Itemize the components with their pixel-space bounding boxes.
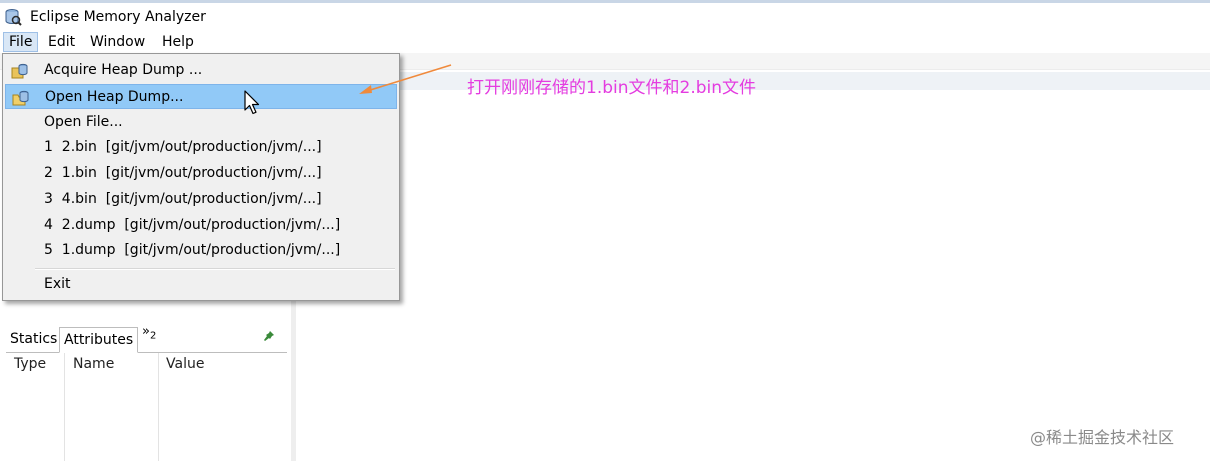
- recent-file-item[interactable]: 3 4.bin [git/jvm/out/production/jvm/...]: [5, 187, 397, 212]
- menu-item-label: Open Heap Dump...: [45, 89, 184, 105]
- file-menu-dropdown: Acquire Heap Dump ... Open Heap Dump... …: [2, 53, 400, 301]
- watermark: @稀土掘金技术社区: [1030, 428, 1175, 447]
- menu-separator: [35, 268, 395, 270]
- annotation-text: 打开刚刚存储的1.bin文件和2.bin文件: [467, 78, 757, 98]
- column-separator[interactable]: [64, 353, 65, 461]
- menu-item-open-file[interactable]: Open File...: [5, 110, 397, 135]
- column-value[interactable]: Value: [166, 356, 204, 372]
- title-bar: Eclipse Memory Analyzer: [0, 3, 1210, 31]
- menu-item-acquire-heap-dump[interactable]: Acquire Heap Dump ...: [5, 58, 397, 83]
- attributes-table-header: Type Name Value: [6, 353, 287, 461]
- editor-area: [296, 70, 1210, 461]
- window-title: Eclipse Memory Analyzer: [30, 9, 206, 25]
- menu-item-label: Acquire Heap Dump ...: [44, 62, 203, 78]
- menu-item-label: 1 2.bin [git/jvm/out/production/jvm/...]: [44, 139, 322, 155]
- menu-item-open-heap-dump[interactable]: Open Heap Dump...: [5, 84, 397, 109]
- menu-item-label: 3 4.bin [git/jvm/out/production/jvm/...]: [44, 191, 322, 207]
- recent-file-item[interactable]: 5 1.dump [git/jvm/out/production/jvm/...…: [5, 238, 397, 263]
- column-name[interactable]: Name: [73, 356, 114, 372]
- memory-analyzer-app-icon: [5, 9, 22, 26]
- menu-item-label: Exit: [44, 276, 71, 292]
- open-heap-dump-icon: [12, 90, 29, 106]
- menu-bar: File Edit Window Help: [0, 31, 1210, 53]
- menu-file[interactable]: File: [3, 32, 39, 52]
- acquire-heap-dump-icon: [11, 63, 28, 79]
- tab-attributes[interactable]: Attributes: [59, 327, 139, 353]
- menu-help[interactable]: Help: [157, 32, 199, 52]
- more-tabs-button[interactable]: »2: [142, 324, 156, 342]
- column-separator[interactable]: [158, 353, 159, 461]
- recent-file-item[interactable]: 4 2.dump [git/jvm/out/production/jvm/...…: [5, 213, 397, 238]
- recent-file-item[interactable]: 1 2.bin [git/jvm/out/production/jvm/...]: [5, 135, 397, 160]
- menu-item-label: 4 2.dump [git/jvm/out/production/jvm/...…: [44, 217, 341, 233]
- annotation-arrow-icon: [359, 64, 452, 94]
- menu-window[interactable]: Window: [85, 32, 150, 52]
- tab-statics[interactable]: Statics: [6, 327, 61, 351]
- more-tabs-count: 2: [149, 330, 157, 342]
- menu-item-label: Open File...: [44, 114, 123, 130]
- menu-item-exit[interactable]: Exit: [5, 272, 397, 297]
- menu-item-label: 2 1.bin [git/jvm/out/production/jvm/...]: [44, 165, 322, 181]
- mouse-cursor-icon: [244, 90, 260, 115]
- more-tabs-glyph: »: [142, 324, 150, 339]
- recent-file-item[interactable]: 2 1.bin [git/jvm/out/production/jvm/...]: [5, 161, 397, 186]
- menu-edit[interactable]: Edit: [43, 32, 80, 52]
- inspector-tabs: Statics Attributes »2: [6, 324, 287, 353]
- column-type[interactable]: Type: [14, 356, 46, 372]
- menu-item-label: 5 1.dump [git/jvm/out/production/jvm/...…: [44, 242, 341, 258]
- pin-icon[interactable]: [264, 331, 274, 341]
